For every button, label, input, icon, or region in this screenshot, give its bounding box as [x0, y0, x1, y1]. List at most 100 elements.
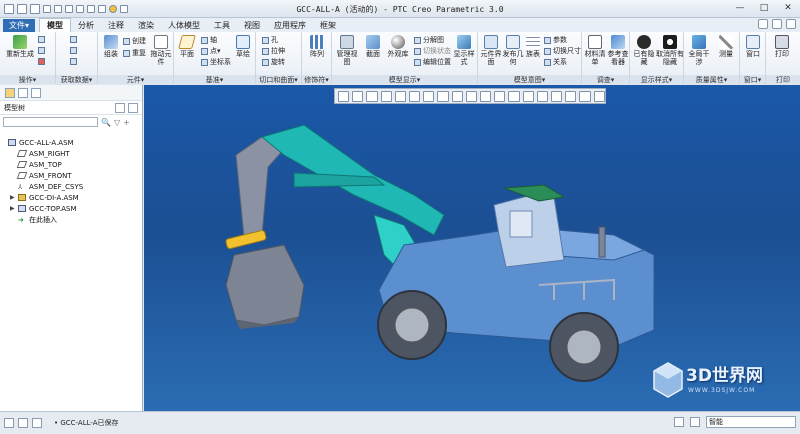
create-icon [123, 37, 130, 45]
get-data-3[interactable] [70, 58, 77, 65]
toggle-state-icon [414, 47, 421, 55]
bom-button[interactable]: 材料清单 [584, 35, 606, 66]
table-icon [526, 35, 540, 49]
publish-icon [506, 35, 520, 49]
expand-icon[interactable]: ▶ [10, 205, 18, 212]
global-interference-button[interactable]: 全局干涉 [686, 35, 712, 66]
tab-applications[interactable]: 应用程序 [267, 19, 313, 32]
plane-button[interactable]: 平面 [176, 35, 198, 58]
axis-button[interactable]: 轴 [201, 35, 217, 45]
binoculars-icon[interactable]: 🔍 [101, 118, 111, 127]
point-button[interactable]: 点▾ [201, 46, 221, 56]
group-operations: 重新生成 操作▾ [0, 32, 56, 84]
tree-item-insert-here[interactable]: ➜ 在此插入 [0, 214, 142, 225]
tree-search-input[interactable] [3, 117, 98, 127]
repeat-icon [123, 49, 130, 57]
pattern-button[interactable]: 阵列 [306, 35, 328, 58]
interface-icon [484, 35, 498, 49]
minimize-ribbon-icon[interactable] [758, 19, 768, 29]
create-button[interactable]: 创建 [123, 36, 146, 46]
navigator-toggle-icon[interactable] [4, 418, 14, 428]
manage-views-button[interactable]: 管理视图 [334, 35, 360, 66]
group-show: 已有隐藏 取消所有隐藏 显示样式▾ [630, 32, 684, 84]
copy-geometry-icon [70, 36, 77, 43]
tab-framework[interactable]: 框架 [313, 19, 343, 32]
repeat-button[interactable]: 重复 [123, 48, 146, 58]
hide-button[interactable]: 已有隐藏 [632, 35, 656, 66]
model-tree-tab-icon[interactable] [5, 87, 15, 98]
tab-render[interactable]: 渲染 [131, 19, 161, 32]
help-icon[interactable] [772, 19, 782, 29]
get-data-2[interactable] [70, 47, 77, 54]
tab-annotate[interactable]: 注释 [101, 19, 131, 32]
extrude-button[interactable]: 拉伸 [262, 46, 285, 56]
section-button[interactable]: 截面 [362, 35, 384, 58]
appearance-button[interactable]: 外观库 [386, 35, 410, 58]
tab-analysis[interactable]: 分析 [71, 19, 101, 32]
family-table-button[interactable]: 族表 [524, 35, 542, 58]
assemble-button[interactable]: 组装 [100, 35, 122, 58]
maximize-button[interactable]: □ [752, 0, 776, 16]
print-button[interactable]: 打印 [771, 35, 793, 58]
csys-button[interactable]: 坐标系 [201, 57, 231, 67]
expand-icon[interactable]: ▶ [10, 194, 18, 201]
group-label: 元件▾ [98, 75, 173, 84]
parameters-button[interactable]: 参数 [544, 35, 567, 45]
add-column-icon[interactable]: + [123, 118, 130, 127]
find-icon[interactable] [674, 417, 684, 427]
drag-component-button[interactable]: 拖动元件 [150, 35, 172, 66]
favorites-tab-icon[interactable] [31, 87, 41, 98]
revolve-icon [262, 58, 269, 66]
copy-button[interactable] [38, 36, 45, 43]
file-menu[interactable]: 文件▾ [3, 18, 36, 32]
tab-tools[interactable]: 工具 [207, 19, 237, 32]
group-label: 质量属性▾ [684, 75, 739, 84]
regenerate-button[interactable]: 重新生成 [5, 35, 35, 58]
close-button[interactable]: ✕ [776, 0, 800, 16]
lock-icon[interactable] [690, 417, 700, 427]
sketch-button[interactable]: 草绘 [232, 35, 254, 58]
browser-toggle-icon[interactable] [18, 418, 28, 428]
element-interface-button[interactable]: 元件界面 [480, 35, 502, 66]
menu-right-tools [758, 19, 796, 29]
tab-view[interactable]: 视图 [237, 19, 267, 32]
graphics-window[interactable]: 3D世界网 WWW.3DSJW.COM [144, 85, 800, 411]
tree-item-asm-right[interactable]: ASM_RIGHT [0, 148, 142, 159]
edit-position-button[interactable]: 编辑位置 [414, 57, 451, 67]
bucket [225, 244, 305, 326]
minimize-button[interactable]: — [728, 0, 752, 16]
settings-icon[interactable] [115, 102, 125, 113]
show-icon[interactable] [128, 102, 138, 113]
toggle-state-button[interactable]: 切换状态 [414, 46, 451, 56]
revolve-button[interactable]: 旋转 [262, 57, 285, 67]
explode-button[interactable]: 分解图 [414, 35, 444, 45]
edit-position-icon [414, 58, 421, 66]
publish-geometry-button[interactable]: 发布几何 [502, 35, 524, 66]
tree-item-gcc-di-a[interactable]: ▶ GCC-DI-A.ASM [0, 192, 142, 203]
paste-button[interactable] [38, 47, 45, 54]
unhide-all-button[interactable]: 取消所有隐藏 [656, 35, 684, 66]
display-style-button[interactable]: 显示样式 [452, 35, 476, 66]
measure-button[interactable]: 测量 [714, 35, 738, 58]
switch-dims-button[interactable]: 切换尺寸 [544, 46, 581, 56]
folder-browser-tab-icon[interactable] [18, 87, 28, 98]
fullscreen-icon[interactable] [32, 418, 42, 428]
tab-manikin[interactable]: 人体模型 [161, 19, 207, 32]
get-data-1[interactable] [70, 36, 77, 43]
ribbon: 重新生成 操作▾ 获取数据▾ 组装 创建 重复 拖动元件 元件▾ 平面 轴 点▾… [0, 32, 800, 84]
filter-icon[interactable]: ▽ [114, 118, 120, 127]
selection-filter-select[interactable]: 智能 [706, 416, 796, 428]
tree-item-asm-front[interactable]: ASM_FRONT [0, 170, 142, 181]
window-button[interactable]: 窗口 [742, 35, 764, 58]
delete-button[interactable] [38, 58, 45, 65]
exhaust-pipe [598, 226, 606, 258]
tree-item-asm-def-csys[interactable]: ⅄ ASM_DEF_CSYS [0, 181, 142, 192]
tree-item-root[interactable]: GCC-ALL-A.ASM [0, 137, 142, 148]
reference-viewer-button[interactable]: 参考查看器 [606, 35, 630, 66]
tree-item-gcc-top[interactable]: ▶ GCC-TOP.ASM [0, 203, 142, 214]
search-help-icon[interactable] [786, 19, 796, 29]
tree-item-asm-top[interactable]: ASM_TOP [0, 159, 142, 170]
relations-button[interactable]: 关系 [544, 57, 567, 67]
hole-button[interactable]: 孔 [262, 35, 278, 45]
tab-model[interactable]: 模型 [39, 18, 72, 32]
